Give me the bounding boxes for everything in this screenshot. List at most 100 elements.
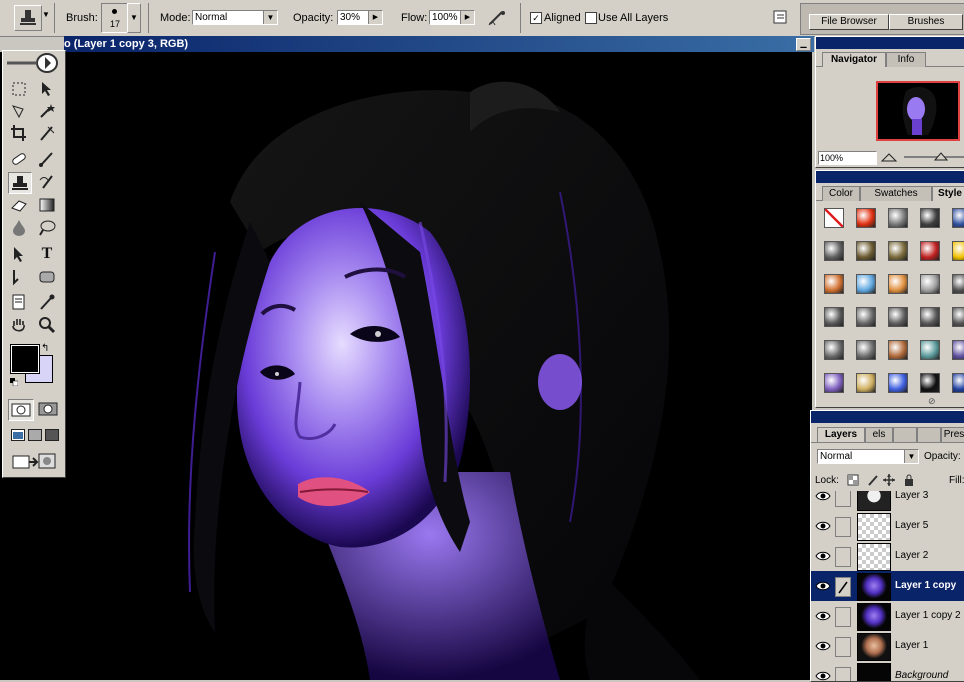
visibility-eye-icon[interactable]	[815, 548, 831, 564]
red-glow-style-icon[interactable]	[850, 202, 880, 232]
blue-bars-style-icon[interactable]	[946, 202, 964, 232]
chevron-right-icon[interactable]: ▶	[368, 11, 382, 24]
brushes-tab[interactable]: Brushes	[889, 14, 963, 30]
red-rect-style-icon[interactable]	[914, 235, 944, 265]
document-titlebar[interactable]: o (Layer 1 copy 3, RGB) ▁	[64, 36, 814, 52]
layer-row[interactable]: Layer 1 copy	[811, 571, 964, 602]
brush-picker-arrow-icon[interactable]: ▼	[127, 3, 141, 33]
document-canvas[interactable]	[0, 52, 812, 680]
path-selection-tool-icon[interactable]	[8, 244, 30, 264]
gold-style-icon[interactable]	[850, 367, 880, 396]
type-tool-icon[interactable]: T	[36, 244, 58, 264]
tab-history[interactable]	[917, 427, 941, 442]
minimize-button[interactable]: ▁	[796, 38, 811, 51]
standard-screen-mode-icon[interactable]	[11, 429, 25, 441]
use-all-layers-checkbox[interactable]	[585, 12, 597, 24]
history-brush-tool-icon[interactable]	[36, 172, 58, 192]
hand-tool-icon[interactable]	[8, 315, 30, 335]
navigator-thumbnail[interactable]	[876, 81, 960, 141]
opacity-input[interactable]: 30% ▶	[337, 10, 383, 25]
teal-style-icon[interactable]	[914, 334, 944, 364]
purple-style-icon[interactable]	[946, 334, 964, 364]
quick-mask-mode-icon[interactable]	[36, 399, 60, 419]
violet-style-icon[interactable]	[818, 367, 848, 396]
orange-gradient-style-icon[interactable]	[818, 268, 848, 298]
visibility-eye-icon[interactable]	[815, 608, 831, 624]
gray4-style-icon[interactable]	[882, 301, 912, 331]
magic-wand-tool-icon[interactable]	[36, 101, 58, 121]
move-tool-icon[interactable]	[36, 79, 58, 99]
gray3-style-icon[interactable]	[850, 301, 880, 331]
layer-link-icon[interactable]	[835, 517, 851, 537]
brush-tool-icon[interactable]	[36, 149, 58, 169]
lock-position-icon[interactable]	[883, 474, 895, 486]
olive-style-icon[interactable]	[850, 235, 880, 265]
olive2-style-icon[interactable]	[882, 235, 912, 265]
tab-navigator[interactable]: Navigator	[822, 52, 886, 67]
full-screen-mode-icon[interactable]	[45, 429, 59, 441]
visibility-eye-icon[interactable]	[815, 668, 831, 681]
clone-stamp-tool-icon[interactable]	[8, 172, 32, 194]
brush-active-icon[interactable]	[835, 577, 851, 597]
mode-select[interactable]: Normal ▼	[192, 10, 278, 25]
black-style-icon[interactable]	[914, 367, 944, 396]
notes-tool-icon[interactable]	[8, 292, 30, 312]
layers-titlebar[interactable]	[811, 411, 964, 423]
tab-swatches[interactable]: Swatches	[860, 186, 932, 201]
gray-dark-style-icon[interactable]	[946, 268, 964, 298]
standard-mode-icon[interactable]	[8, 399, 34, 421]
layer-row[interactable]: Background	[811, 661, 964, 681]
visibility-eye-icon[interactable]	[815, 578, 831, 594]
delete-style-icon[interactable]: ⊘	[928, 396, 936, 407]
layer-link-icon[interactable]	[835, 607, 851, 627]
eraser-tool-icon[interactable]	[8, 195, 30, 215]
layer-row[interactable]: Layer 1 copy 2	[811, 601, 964, 632]
gray6-style-icon[interactable]	[946, 301, 964, 331]
layer-row[interactable]: Layer 5	[811, 511, 964, 542]
navigator-zoom-input[interactable]: 100%	[818, 151, 877, 165]
marquee-tool-icon[interactable]	[8, 79, 30, 99]
lock-image-icon[interactable]	[867, 474, 879, 486]
tab-channels[interactable]: els	[865, 427, 893, 442]
lock-all-icon[interactable]	[903, 474, 915, 486]
tab-paths[interactable]	[893, 427, 917, 442]
full-screen-menu-mode-icon[interactable]	[28, 429, 42, 441]
dodge-tool-icon[interactable]	[36, 217, 58, 237]
shape-tool-icon[interactable]	[36, 267, 58, 287]
stamp-style-icon[interactable]	[914, 268, 944, 298]
default-colors-icon[interactable]	[10, 377, 19, 387]
blue-glass-style-icon[interactable]	[850, 268, 880, 298]
none-style-icon[interactable]	[818, 202, 848, 232]
cobalt-style-icon[interactable]	[946, 367, 964, 396]
gray7-style-icon[interactable]	[818, 334, 848, 364]
sunset-style-icon[interactable]	[882, 268, 912, 298]
chrome-style-icon[interactable]	[818, 235, 848, 265]
blur-tool-icon[interactable]	[8, 217, 30, 237]
lock-transparency-icon[interactable]	[847, 474, 859, 486]
visibility-eye-icon[interactable]	[815, 638, 831, 654]
tab-color[interactable]: Color	[822, 186, 860, 201]
layer-row[interactable]: Layer 2	[811, 541, 964, 572]
zoom-tool-icon[interactable]	[36, 315, 58, 335]
styles-titlebar[interactable]	[816, 171, 964, 183]
palette-menu-button[interactable]	[772, 10, 788, 24]
foreground-color-swatch[interactable]	[10, 344, 40, 374]
brush-preview-button[interactable]: 17	[101, 3, 129, 33]
chevron-right-icon[interactable]: ▶	[460, 11, 474, 24]
brick-style-icon[interactable]	[882, 334, 912, 364]
zoom-out-icon[interactable]	[880, 152, 898, 162]
layer-row[interactable]: Layer 3	[811, 491, 964, 512]
gray2-style-icon[interactable]	[818, 301, 848, 331]
layer-link-icon[interactable]	[835, 667, 851, 681]
toolbox-header[interactable]	[3, 51, 65, 73]
layer-row[interactable]: Layer 1	[811, 631, 964, 662]
tab-presets[interactable]: Pres	[941, 427, 964, 442]
swap-colors-icon[interactable]: ↰	[41, 343, 49, 354]
gradient-tool-icon[interactable]	[36, 195, 58, 215]
crop-tool-icon[interactable]	[8, 123, 30, 143]
zoom-slider-thumb[interactable]	[933, 151, 949, 161]
tab-info[interactable]: Info	[886, 52, 926, 67]
layer-link-icon[interactable]	[835, 547, 851, 567]
dark-bevel-style-icon[interactable]	[914, 202, 944, 232]
eyedropper-tool-icon[interactable]	[36, 292, 58, 312]
